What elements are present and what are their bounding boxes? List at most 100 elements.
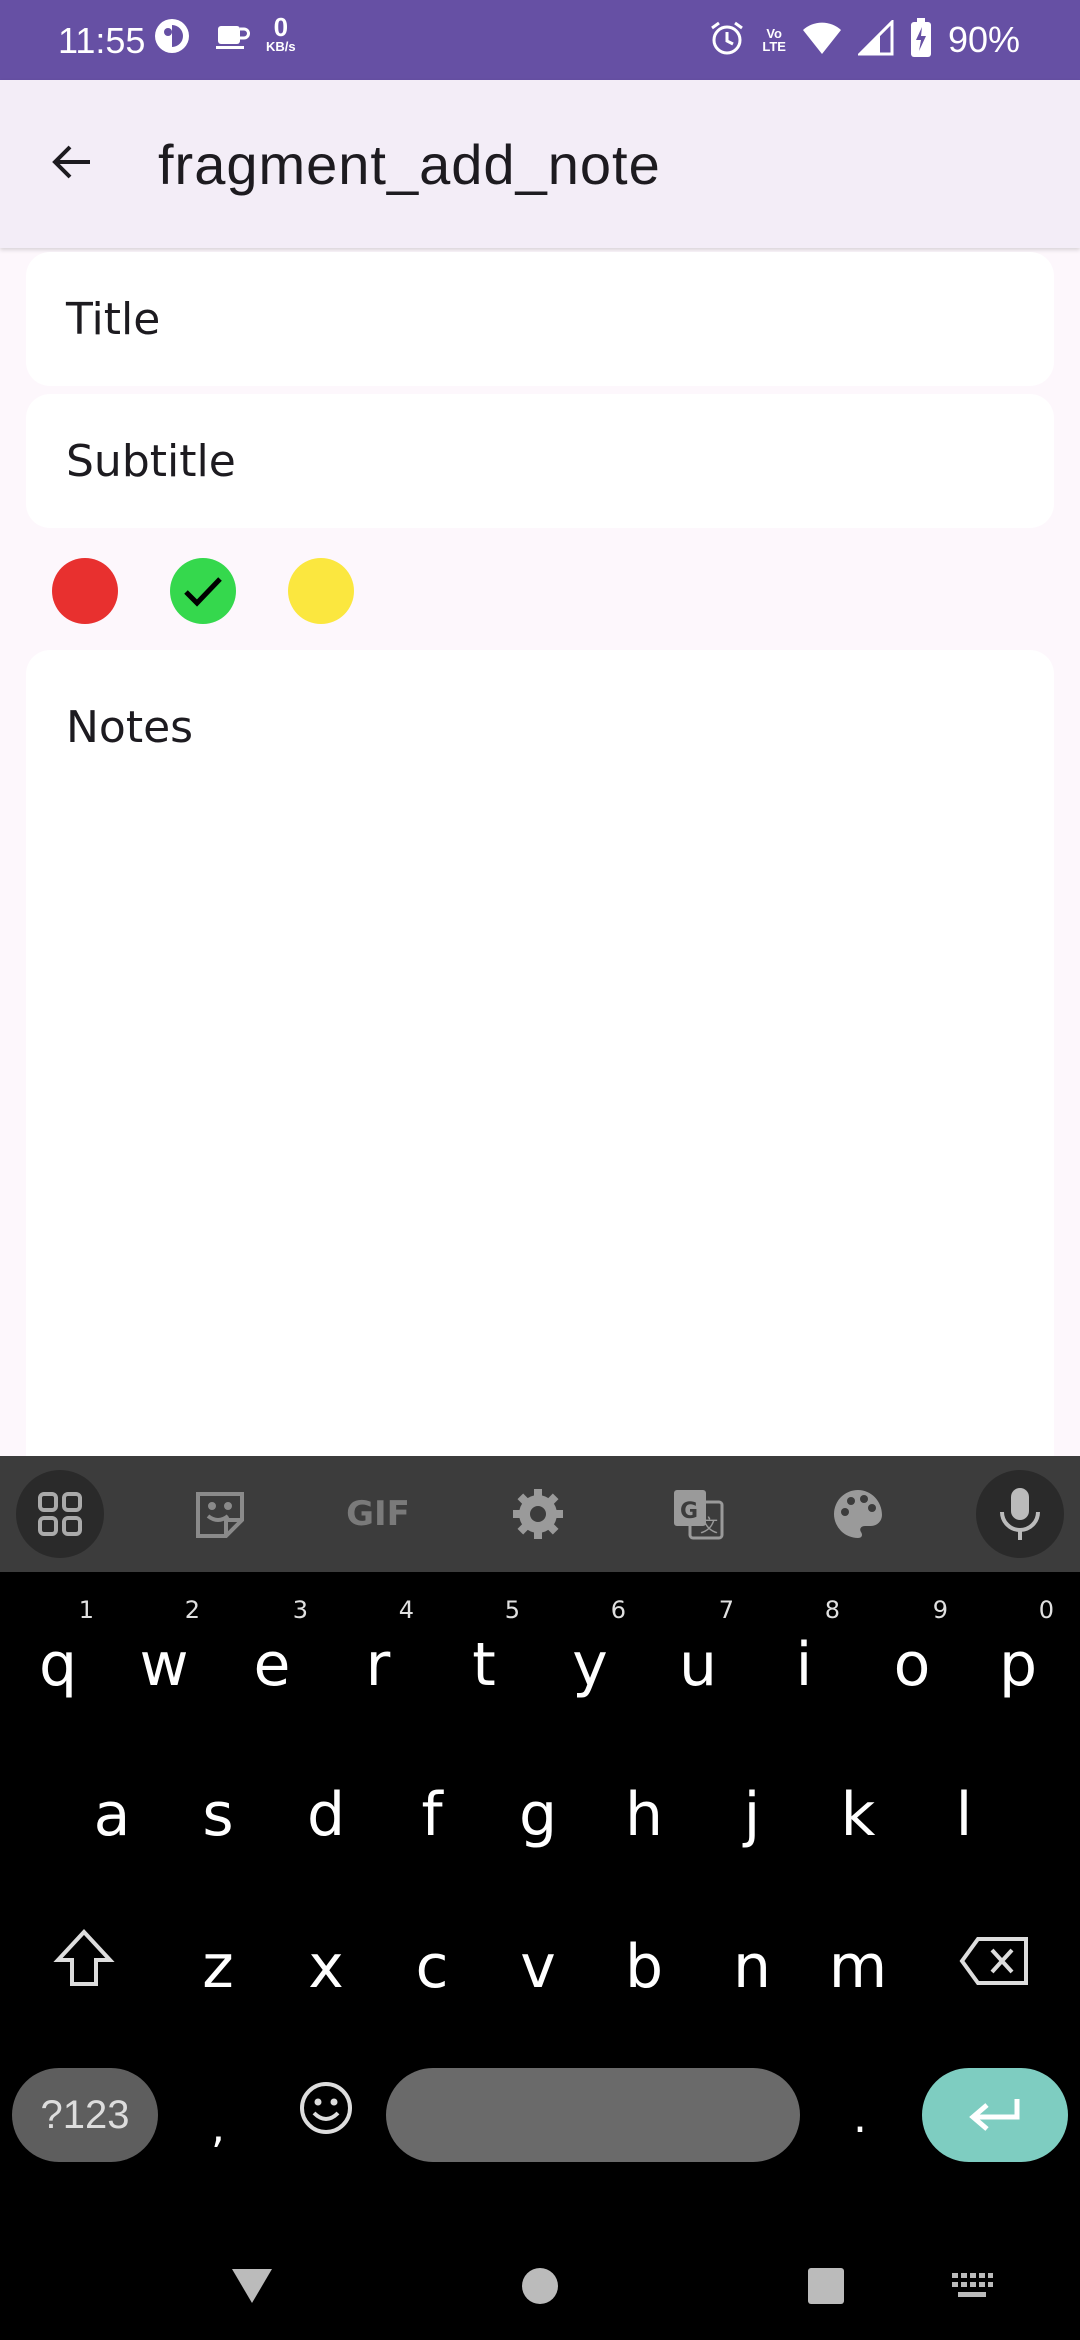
key-number-hint: 0	[1038, 1596, 1054, 1624]
volte-icon: Vo LTE	[762, 26, 786, 54]
emoji-icon	[300, 2082, 352, 2134]
key-b[interactable]: b	[594, 1932, 694, 2002]
key-o[interactable]: 9o	[862, 1596, 962, 1700]
key-w[interactable]: 2w	[114, 1596, 214, 1700]
key-number-hint: 6	[610, 1596, 626, 1624]
key-c[interactable]: c	[382, 1932, 482, 2002]
comma-key[interactable]: ,	[168, 2102, 268, 2153]
color-picker	[52, 558, 354, 624]
backspace-key[interactable]	[944, 1932, 1044, 2002]
key-number-hint: 8	[824, 1596, 840, 1624]
key-q[interactable]: 1q	[8, 1596, 108, 1700]
subtitle-placeholder: Subtitle	[66, 436, 236, 487]
key-i[interactable]: 8i	[754, 1596, 854, 1700]
period-key[interactable]: .	[810, 2092, 910, 2143]
svg-text:G: G	[680, 1499, 698, 1524]
arrow-back-icon	[52, 145, 90, 179]
system-nav-bar	[0, 2232, 1080, 2340]
key-l[interactable]: l	[914, 1780, 1014, 1850]
key-number-hint: 3	[292, 1596, 308, 1624]
symbols-key[interactable]: ?123	[12, 2068, 158, 2162]
space-key[interactable]	[386, 2068, 800, 2162]
gif-icon[interactable]: GIF	[334, 1470, 422, 1558]
keyboard: ?123 , . 1q2w3e4r5t6y7u8i9o0pasdfghjklzx…	[0, 1572, 1080, 2232]
network-speed: 0 KB/s	[266, 12, 296, 54]
notes-input[interactable]: Notes	[26, 650, 1054, 1456]
coffee-icon	[212, 16, 252, 60]
svg-text:文: 文	[700, 1516, 718, 1537]
key-label: e	[253, 1630, 291, 1700]
notes-placeholder: Notes	[66, 702, 194, 753]
key-a[interactable]: a	[62, 1780, 162, 1850]
key-d[interactable]: d	[276, 1780, 376, 1850]
keyboard-switch-icon[interactable]	[940, 2254, 1004, 2318]
nav-recents-icon[interactable]	[794, 2254, 858, 2318]
check-icon	[184, 577, 222, 607]
title-input[interactable]: Title	[26, 252, 1054, 386]
subtitle-input[interactable]: Subtitle	[26, 394, 1054, 528]
mic-icon[interactable]	[976, 1470, 1064, 1558]
apps-grid-icon[interactable]	[16, 1470, 104, 1558]
signal-icon	[856, 18, 894, 60]
key-number-hint: 9	[932, 1596, 948, 1624]
key-label: t	[472, 1630, 496, 1700]
key-v[interactable]: v	[488, 1932, 588, 2002]
key-n[interactable]: n	[702, 1932, 802, 2002]
emoji-key[interactable]	[276, 2080, 376, 2151]
enter-icon	[969, 2099, 1020, 2131]
key-e[interactable]: 3e	[222, 1596, 322, 1700]
key-u[interactable]: 7u	[648, 1596, 748, 1700]
key-label: p	[998, 1630, 1038, 1700]
key-m[interactable]: m	[808, 1932, 908, 2002]
key-number-hint: 7	[718, 1596, 734, 1624]
key-number-hint: 2	[184, 1596, 200, 1624]
settings-gear-icon[interactable]	[494, 1470, 582, 1558]
color-yellow-option[interactable]	[288, 558, 354, 624]
key-label: o	[893, 1630, 931, 1700]
key-label: r	[365, 1630, 391, 1700]
battery-percent: 90%	[947, 19, 1020, 60]
app-bar: fragment_add_note	[0, 80, 1080, 248]
key-label: w	[139, 1630, 189, 1700]
key-f[interactable]: f	[382, 1780, 482, 1850]
status-time: 11:55	[58, 20, 146, 61]
key-label: q	[38, 1630, 78, 1700]
key-label: i	[795, 1630, 813, 1700]
key-h[interactable]: h	[594, 1780, 694, 1850]
shift-icon	[53, 1929, 115, 1986]
key-x[interactable]: x	[276, 1932, 376, 2002]
shift-key[interactable]	[34, 1928, 134, 2003]
key-t[interactable]: 5t	[434, 1596, 534, 1700]
wifi-icon	[802, 20, 842, 60]
nav-back-icon[interactable]	[220, 2254, 284, 2318]
key-number-hint: 4	[398, 1596, 414, 1624]
color-green-option[interactable]	[170, 558, 236, 624]
key-g[interactable]: g	[488, 1780, 588, 1850]
page-title: fragment_add_note	[158, 133, 661, 196]
key-z[interactable]: z	[168, 1932, 268, 2002]
alarm-icon	[708, 19, 746, 61]
key-number-hint: 1	[78, 1596, 94, 1624]
sticker-icon[interactable]	[176, 1470, 264, 1558]
enter-key[interactable]	[922, 2068, 1068, 2162]
backspace-icon	[959, 1937, 1028, 1985]
key-k[interactable]: k	[808, 1780, 908, 1850]
keyboard-toolbar: GIF G文	[0, 1456, 1080, 1572]
key-label: y	[572, 1630, 608, 1700]
key-label: u	[678, 1630, 718, 1700]
key-y[interactable]: 6y	[540, 1596, 640, 1700]
back-button[interactable]	[30, 120, 114, 204]
title-placeholder: Title	[66, 294, 161, 345]
key-s[interactable]: s	[168, 1780, 268, 1850]
key-j[interactable]: j	[702, 1780, 802, 1850]
status-bar: 11:55 0 KB/s Vo LTE 90%	[0, 0, 1080, 80]
color-red-option[interactable]	[52, 558, 118, 624]
app-icon	[152, 16, 192, 60]
key-r[interactable]: 4r	[328, 1596, 428, 1700]
palette-icon[interactable]	[814, 1470, 902, 1558]
battery-charging-icon	[910, 18, 932, 62]
key-p[interactable]: 0p	[968, 1596, 1068, 1700]
nav-home-icon[interactable]	[508, 2254, 572, 2318]
translate-icon[interactable]: G文	[654, 1470, 742, 1558]
key-number-hint: 5	[504, 1596, 520, 1624]
